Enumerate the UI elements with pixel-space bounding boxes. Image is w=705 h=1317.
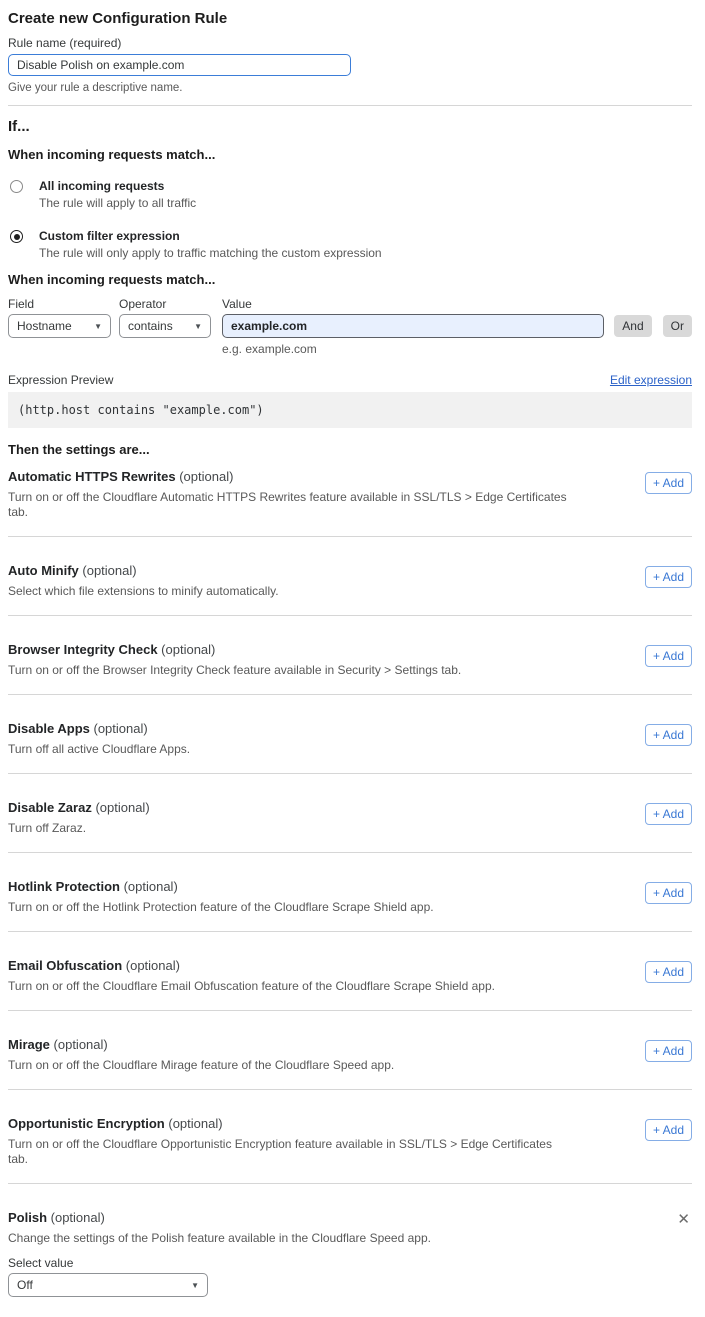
operator-column: Operator contains ▼ bbox=[119, 297, 211, 338]
setting-description: Turn on or off the Browser Integrity Che… bbox=[8, 663, 568, 678]
setting-row-mirage: Mirage (optional) Turn on or off the Clo… bbox=[8, 1011, 692, 1090]
select-value-label: Select value bbox=[8, 1256, 692, 1270]
close-icon[interactable]: ✕ bbox=[677, 1212, 690, 1227]
setting-title: Opportunistic Encryption bbox=[8, 1116, 165, 1131]
setting-title: Browser Integrity Check bbox=[8, 642, 158, 657]
optional-label: (optional) bbox=[51, 1210, 105, 1225]
setting-description: Turn on or off the Cloudflare Opportunis… bbox=[8, 1137, 568, 1167]
value-input[interactable] bbox=[222, 314, 604, 338]
if-heading: If... bbox=[8, 118, 692, 136]
optional-label: (optional) bbox=[168, 1116, 222, 1131]
setting-title: Mirage bbox=[8, 1037, 50, 1052]
setting-row-polish: Polish (optional) Change the settings of… bbox=[8, 1184, 692, 1307]
setting-row-hotlink-protection: Hotlink Protection (optional) Turn on or… bbox=[8, 853, 692, 932]
radio-label[interactable]: Custom filter expression bbox=[39, 229, 382, 244]
setting-row-automatic-https-rewrites: Automatic HTTPS Rewrites (optional) Turn… bbox=[8, 458, 692, 537]
optional-label: (optional) bbox=[161, 642, 215, 657]
setting-row-disable-zaraz: Disable Zaraz (optional) Turn off Zaraz.… bbox=[8, 774, 692, 853]
rule-name-input[interactable] bbox=[8, 54, 351, 76]
radio-all-incoming-requests[interactable]: All incoming requests The rule will appl… bbox=[8, 179, 692, 211]
field-label: Field bbox=[8, 297, 111, 312]
and-button[interactable]: And bbox=[614, 315, 651, 337]
add-button[interactable]: + Add bbox=[645, 1040, 692, 1062]
settings-heading: Then the settings are... bbox=[8, 442, 692, 458]
chevron-down-icon: ▼ bbox=[94, 322, 102, 331]
polish-select-value: Off bbox=[17, 1278, 185, 1292]
expression-preview-row: Expression Preview Edit expression bbox=[8, 373, 692, 388]
setting-title: Hotlink Protection bbox=[8, 879, 120, 894]
field-select[interactable]: Hostname ▼ bbox=[8, 314, 111, 338]
add-button[interactable]: + Add bbox=[645, 803, 692, 825]
setting-description: Turn on or off the Cloudflare Mirage fea… bbox=[8, 1058, 568, 1073]
expression-preview-label: Expression Preview bbox=[8, 373, 113, 388]
chevron-down-icon: ▼ bbox=[191, 1281, 199, 1290]
setting-row-disable-apps: Disable Apps (optional) Turn off all act… bbox=[8, 695, 692, 774]
polish-value-select[interactable]: Off ▼ bbox=[8, 1273, 208, 1297]
optional-label: (optional) bbox=[54, 1037, 108, 1052]
optional-label: (optional) bbox=[126, 958, 180, 973]
expression-preview-code: (http.host contains "example.com") bbox=[8, 392, 692, 428]
rule-name-help: Give your rule a descriptive name. bbox=[8, 81, 692, 95]
radio-checked-icon[interactable] bbox=[10, 230, 23, 243]
add-button[interactable]: + Add bbox=[645, 724, 692, 746]
setting-title: Disable Zaraz bbox=[8, 800, 92, 815]
add-button[interactable]: + Add bbox=[645, 882, 692, 904]
or-button[interactable]: Or bbox=[663, 315, 692, 337]
radio-description: The rule will apply to all traffic bbox=[39, 196, 196, 211]
setting-row-browser-integrity-check: Browser Integrity Check (optional) Turn … bbox=[8, 616, 692, 695]
section-divider bbox=[8, 105, 692, 106]
setting-title: Disable Apps bbox=[8, 721, 90, 736]
setting-description: Turn on or off the Hotlink Protection fe… bbox=[8, 900, 568, 915]
create-configuration-rule-form: Create new Configuration Rule Rule name … bbox=[0, 0, 705, 1317]
setting-description: Turn off Zaraz. bbox=[8, 821, 568, 836]
add-button[interactable]: + Add bbox=[645, 961, 692, 983]
rule-name-label: Rule name (required) bbox=[8, 36, 692, 50]
radio-custom-filter-expression[interactable]: Custom filter expression The rule will o… bbox=[8, 229, 692, 261]
setting-row-auto-minify: Auto Minify (optional) Select which file… bbox=[8, 537, 692, 616]
field-column: Field Hostname ▼ bbox=[8, 297, 111, 338]
setting-title: Auto Minify bbox=[8, 563, 79, 578]
setting-description: Change the settings of the Polish featur… bbox=[8, 1231, 568, 1246]
setting-title: Polish bbox=[8, 1210, 47, 1225]
add-button[interactable]: + Add bbox=[645, 472, 692, 494]
add-button[interactable]: + Add bbox=[645, 1119, 692, 1141]
radio-unchecked-icon[interactable] bbox=[10, 180, 23, 193]
optional-label: (optional) bbox=[124, 879, 178, 894]
setting-description: Select which file extensions to minify a… bbox=[8, 584, 568, 599]
setting-description: Turn off all active Cloudflare Apps. bbox=[8, 742, 568, 757]
expression-builder-heading: When incoming requests match... bbox=[8, 272, 692, 288]
add-button[interactable]: + Add bbox=[645, 645, 692, 667]
setting-title: Email Obfuscation bbox=[8, 958, 122, 973]
expression-builder-row: Field Hostname ▼ Operator contains ▼ Val… bbox=[8, 297, 692, 356]
setting-description: Turn on or off the Cloudflare Email Obfu… bbox=[8, 979, 568, 994]
setting-description: Turn on or off the Cloudflare Automatic … bbox=[8, 490, 568, 520]
incoming-requests-subheading: When incoming requests match... bbox=[8, 147, 692, 163]
value-label: Value bbox=[222, 297, 604, 312]
radio-description: The rule will only apply to traffic matc… bbox=[39, 246, 382, 261]
optional-label: (optional) bbox=[95, 800, 149, 815]
optional-label: (optional) bbox=[179, 469, 233, 484]
radio-label[interactable]: All incoming requests bbox=[39, 179, 196, 194]
operator-select[interactable]: contains ▼ bbox=[119, 314, 211, 338]
setting-row-opportunistic-encryption: Opportunistic Encryption (optional) Turn… bbox=[8, 1090, 692, 1184]
edit-expression-link[interactable]: Edit expression bbox=[610, 373, 692, 387]
optional-label: (optional) bbox=[94, 721, 148, 736]
setting-title: Automatic HTTPS Rewrites bbox=[8, 469, 176, 484]
value-hint: e.g. example.com bbox=[222, 342, 604, 356]
optional-label: (optional) bbox=[82, 563, 136, 578]
operator-label: Operator bbox=[119, 297, 211, 312]
operator-select-value: contains bbox=[128, 319, 188, 333]
page-title: Create new Configuration Rule bbox=[8, 10, 692, 28]
chevron-down-icon: ▼ bbox=[194, 322, 202, 331]
setting-row-email-obfuscation: Email Obfuscation (optional) Turn on or … bbox=[8, 932, 692, 1011]
field-select-value: Hostname bbox=[17, 319, 88, 333]
value-column: Value e.g. example.com bbox=[222, 297, 604, 356]
add-button[interactable]: + Add bbox=[645, 566, 692, 588]
